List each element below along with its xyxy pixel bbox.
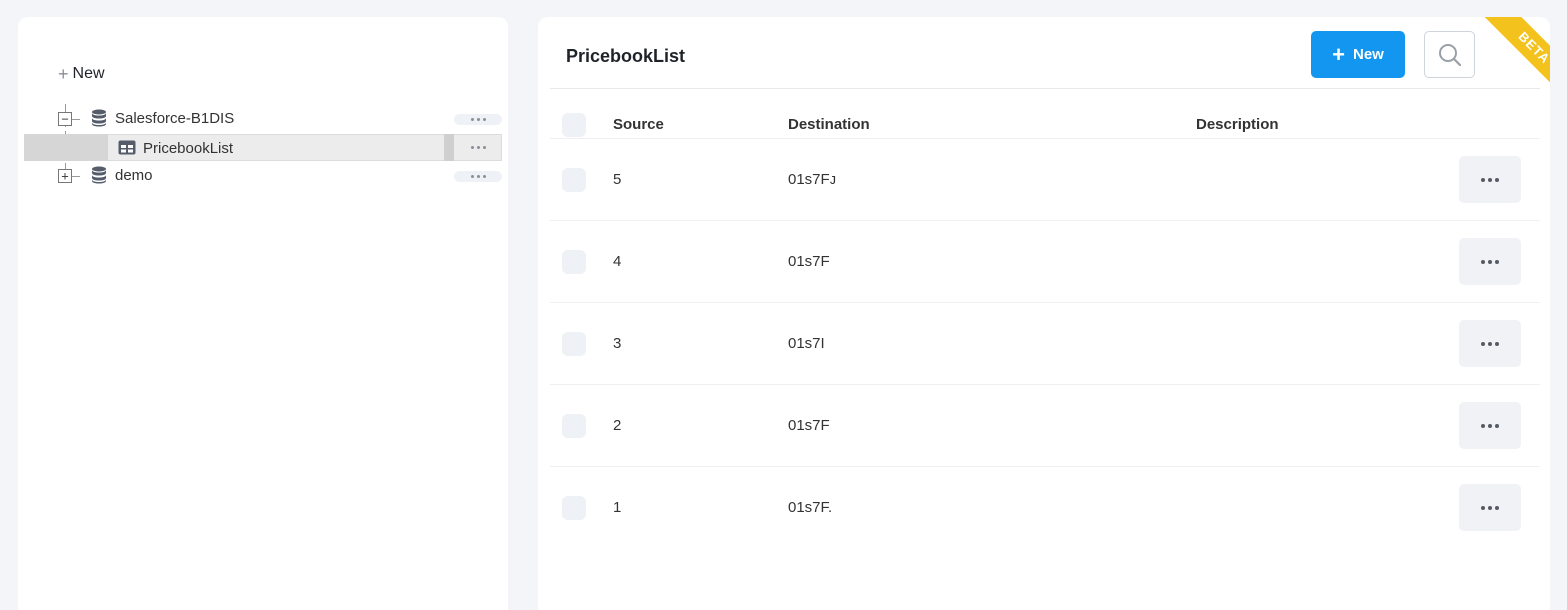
select-all-checkbox[interactable] [562, 113, 586, 137]
row-more-button[interactable] [1459, 402, 1521, 449]
row-checkbox[interactable] [562, 332, 586, 356]
tree-connector [72, 176, 80, 177]
database-icon [92, 166, 106, 184]
cell-destination: 01s7F [788, 417, 830, 434]
row-checkbox[interactable] [562, 414, 586, 438]
tree-panel: + New − Salesforce-B1DIS PricebookList +… [18, 17, 508, 610]
more-icon[interactable] [454, 114, 502, 125]
tree-new-label: New [72, 65, 105, 82]
row-checkbox[interactable] [562, 168, 586, 192]
tree-item-label: PricebookList [143, 140, 234, 157]
tree-item-label: demo [115, 167, 153, 184]
table-row: 5 01s7Fᴊ [550, 138, 1540, 220]
new-button[interactable]: + New [1311, 31, 1405, 78]
cell-source: 2 [613, 417, 622, 434]
search-icon [1438, 43, 1461, 66]
main-panel: PricebookList + New BETA Source Destinat… [538, 17, 1550, 610]
more-icon[interactable] [454, 142, 502, 153]
selection-indent [24, 134, 108, 161]
cell-source: 3 [613, 335, 622, 352]
header-divider [550, 88, 1540, 89]
tree-item-label: Salesforce-B1DIS [115, 110, 235, 127]
column-source: Source [613, 116, 664, 133]
plus-icon: + [58, 64, 69, 84]
cell-destination: 01s7I [788, 335, 825, 352]
table-row: 4 01s7F [550, 220, 1540, 302]
more-icon[interactable] [454, 171, 502, 182]
cell-source: 4 [613, 253, 622, 270]
beta-label: BETA [1482, 17, 1550, 97]
column-description: Description [1196, 116, 1279, 133]
database-icon [92, 109, 106, 127]
selection-edge [444, 134, 454, 161]
row-more-button[interactable] [1459, 156, 1521, 203]
row-more-button[interactable] [1459, 320, 1521, 367]
row-more-button[interactable] [1459, 238, 1521, 285]
table-header: Source Destination Description [550, 109, 1540, 139]
cell-source: 1 [613, 499, 622, 516]
table-row: 2 01s7F [550, 384, 1540, 466]
plus-icon: + [1332, 41, 1345, 67]
cell-destination: 01s7F. [788, 499, 833, 516]
row-more-button[interactable] [1459, 484, 1521, 531]
tree-connector [72, 119, 80, 120]
tree-new-button[interactable]: + New [58, 65, 105, 83]
table-icon [118, 140, 136, 155]
row-checkbox[interactable] [562, 496, 586, 520]
new-button-label: New [1353, 46, 1384, 63]
search-button[interactable] [1424, 31, 1475, 78]
collapse-toggle[interactable]: − [58, 112, 72, 126]
row-checkbox[interactable] [562, 250, 586, 274]
table-row: 3 01s7I [550, 302, 1540, 384]
tree-item-demo[interactable]: + demo [18, 162, 508, 190]
cell-destination: 01s7Fᴊ [788, 171, 837, 188]
column-destination: Destination [788, 116, 870, 133]
cell-destination: 01s7F [788, 253, 830, 270]
cell-source: 5 [613, 171, 622, 188]
tree-item-pricebooklist[interactable]: PricebookList [18, 134, 508, 162]
beta-ribbon: BETA [1470, 17, 1550, 97]
expand-toggle[interactable]: + [58, 169, 72, 183]
page-title: PricebookList [566, 46, 686, 66]
table-row: 1 01s7F. [550, 466, 1540, 548]
tree-item-salesforce[interactable]: − Salesforce-B1DIS [18, 105, 508, 133]
